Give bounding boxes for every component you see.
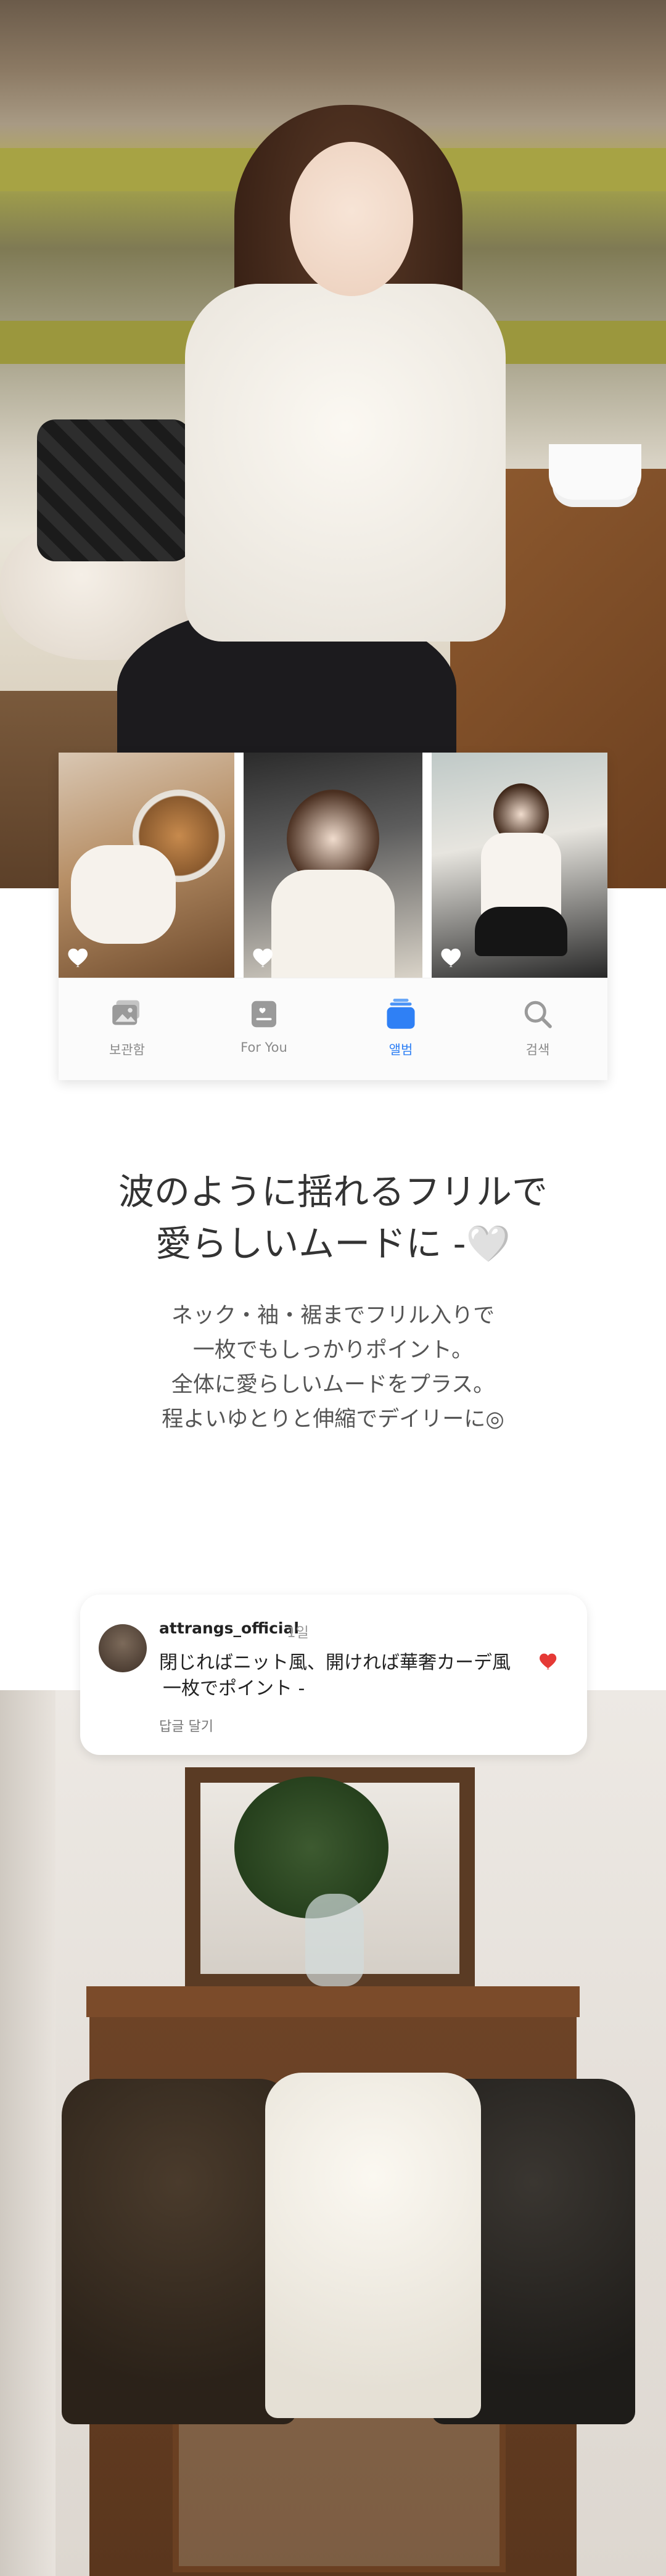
tab-for-you[interactable]: For You [195,996,332,1055]
tab-search[interactable]: 검색 [469,996,606,1059]
brown-cardigan [62,2079,296,2424]
comment-line: 一枚でポイント - [163,1678,305,1699]
comment-time: 1일 [287,1625,309,1641]
tab-label: 앨범 [388,1042,413,1057]
avatar[interactable] [99,1624,147,1672]
description-line: 一枚でもしっかりポイント。 [192,1338,474,1363]
comment-text: 閉じればニット風、開ければ華奢カーデ風 一枚でポイント - [159,1650,554,1702]
cardigan [481,833,561,919]
headline-line: 波のように揺れるフリルで [118,1171,548,1213]
comment-username[interactable]: attrangs_official [159,1619,299,1637]
plant-arrangement [234,1777,388,1918]
album-thumbnail[interactable] [244,753,422,978]
cabinet-top [86,1986,580,2017]
glass-vase [305,1894,364,1986]
description-line: 程よいゆとりと伸縮でデイリーに◎ [162,1407,504,1432]
ivory-cardigan [265,2073,481,2418]
headline: 波のように揺れるフリルで 愛らしいムードに -🤍 [0,1166,666,1269]
album-icon [387,999,415,1029]
cardigan [271,870,395,978]
quilted-bag [37,419,191,561]
tab-label: For You [240,1040,287,1055]
album-thumbnail[interactable] [432,753,607,978]
sleeve [71,845,176,944]
album-tab-bar: 보관함 For You 앨범 검색 [59,978,607,1080]
comment-card: attrangs_official 1일 閉じればニット風、開ければ華奢カーデ風… [80,1595,587,1755]
headline-line-text: 愛らしいムードに - [155,1223,466,1265]
heart-icon[interactable] [439,943,466,970]
heart-icon[interactable] [251,943,278,970]
description: ネック・袖・裾までフリル入りで 一枚でもしっかりポイント。 全体に愛らしいムード… [0,1298,666,1437]
heart-icon[interactable] [538,1649,561,1672]
coffee-cup [549,444,641,500]
tab-label: 보관함 [109,1042,145,1057]
heart-icon[interactable] [66,943,93,970]
product-hanging-photo [0,1690,666,2576]
tab-label: 검색 [525,1042,550,1057]
reply-link[interactable]: 답글 달기 [159,1715,213,1735]
album-thumbnail[interactable] [59,753,234,978]
model-face [290,142,413,296]
description-line: ネック・袖・裾までフリル入りで [171,1303,495,1328]
search-icon [524,1001,552,1028]
comment-line: 閉じればニット風、開ければ華奢カーデ風 [159,1652,511,1674]
tab-library[interactable]: 보관함 [59,996,195,1059]
photo-album-card: 보관함 For You 앨범 검색 [59,753,607,1080]
skirt [475,907,567,956]
white-ruffle-cardigan [185,284,506,642]
wall [0,1690,56,2576]
tab-albums[interactable]: 앨범 [332,996,469,1059]
for-you-icon [252,1001,276,1028]
white-heart-icon: 🤍 [466,1223,511,1265]
photo-library-icon [112,1000,139,1025]
description-line: 全体に愛らしいムードをプラス。 [171,1373,495,1397]
headline-line: 愛らしいムードに -🤍 [0,1218,666,1269]
